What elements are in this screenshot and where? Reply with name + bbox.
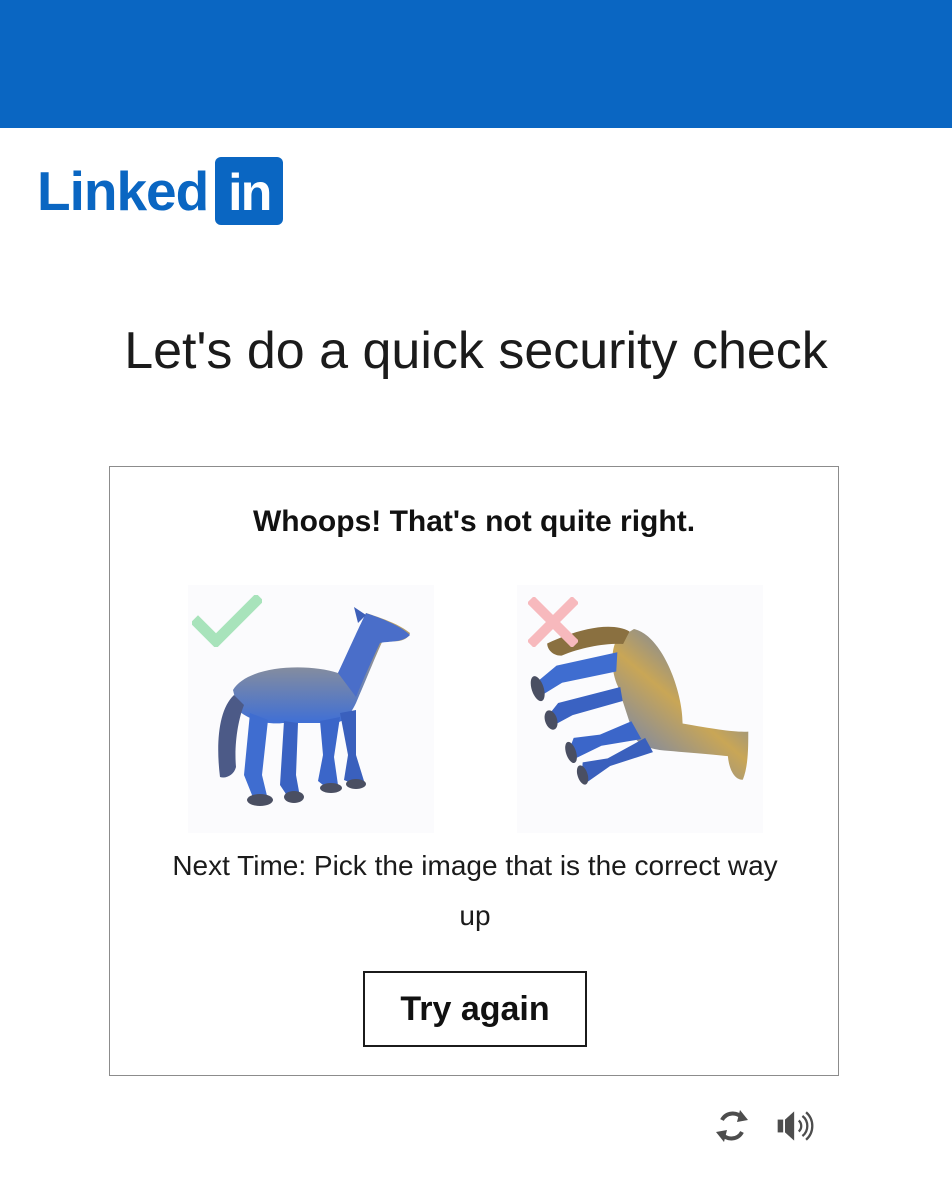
top-bar: [0, 0, 952, 128]
page-title: Let's do a quick security check: [124, 322, 828, 380]
logo-wordmark: Linked: [37, 160, 209, 222]
check-icon: [192, 595, 262, 647]
instruction-text: Next Time: Pick the image that is the co…: [172, 850, 778, 931]
security-check-page: Linked in Let's do a quick security chec…: [0, 0, 952, 1200]
refresh-icon[interactable]: [710, 1104, 754, 1148]
try-again-button[interactable]: Try again: [363, 971, 587, 1047]
linkedin-logo: Linked in: [37, 156, 284, 226]
audio-icon[interactable]: [774, 1104, 818, 1148]
error-heading: Whoops! That's not quite right.: [252, 505, 696, 538]
captcha-card: Whoops! That's not quite right. Next Tim…: [109, 466, 839, 1076]
logo-badge: in: [215, 157, 284, 225]
cross-icon: [528, 597, 578, 647]
